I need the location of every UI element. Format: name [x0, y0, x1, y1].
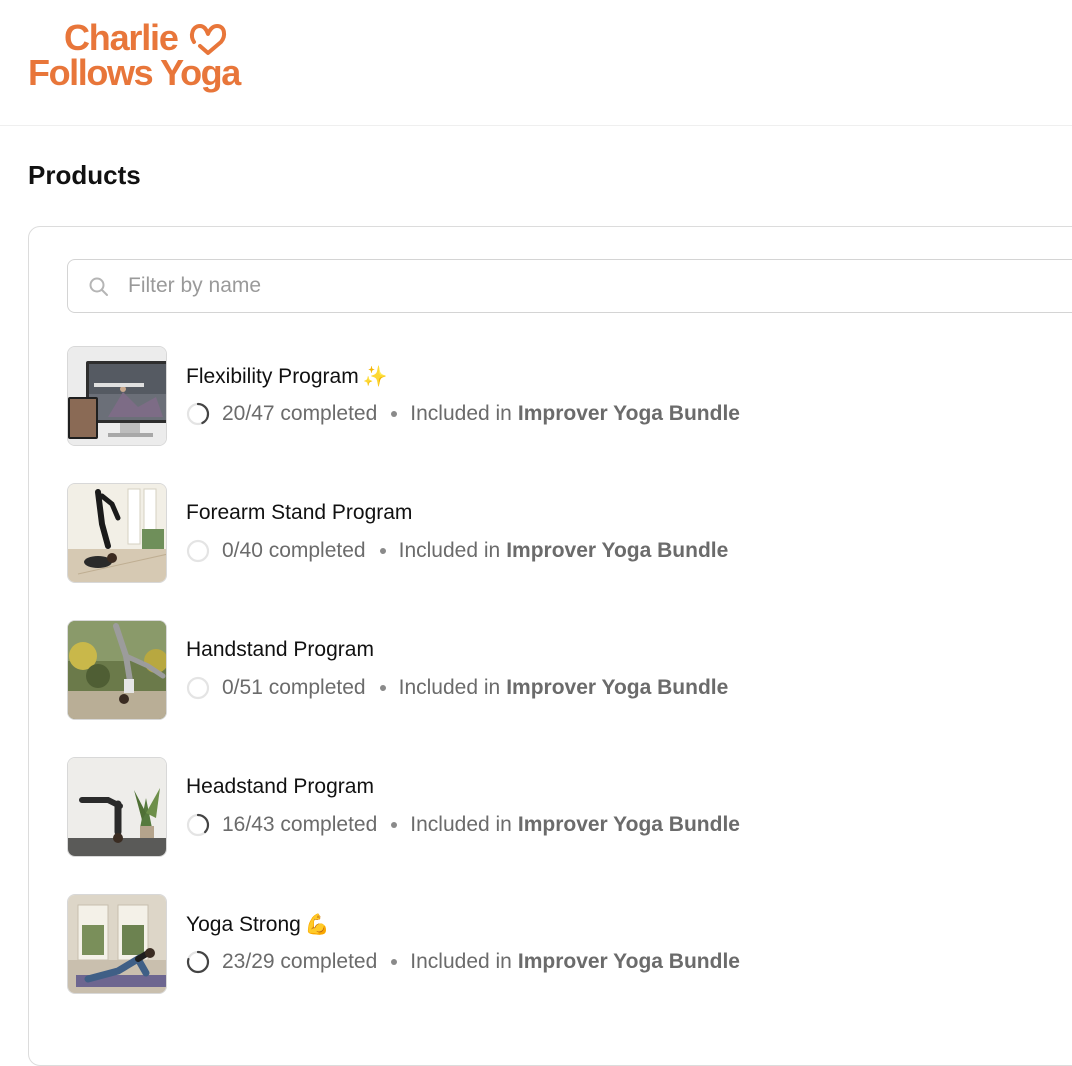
yoga-strong-photo [68, 895, 166, 993]
search-input[interactable] [128, 260, 1028, 312]
product-item-yoga-strong[interactable]: Yoga Strong 💪 23/29 completed Included in… [67, 894, 1067, 994]
sparkles-icon: ✨ [362, 366, 388, 388]
included-label: Included in [410, 402, 512, 425]
page-title: Products [28, 160, 141, 190]
product-meta: 16/43 completed Included in Improver Yog… [186, 811, 740, 839]
product-meta: 0/40 completed Included in Improver Yoga… [186, 537, 728, 565]
product-title[interactable]: Handstand Program [186, 638, 374, 662]
separator-dot [379, 685, 386, 691]
product-thumbnail[interactable] [67, 620, 167, 720]
product-meta: 0/51 completed Included in Improver Yoga… [186, 674, 728, 702]
product-title[interactable]: Flexibility Program ✨ [186, 364, 388, 389]
separator-dot [391, 411, 398, 417]
progress-text: 16/43 completed [222, 813, 378, 836]
brand-logo[interactable]: Charlie Follows Yoga [28, 18, 253, 98]
progress-text: 0/51 completed [222, 676, 366, 699]
product-title-text: Handstand Program [186, 638, 374, 661]
progress-ring-icon [186, 813, 210, 837]
progress-ring-icon [186, 950, 210, 974]
bundle-link[interactable]: Improver Yoga Bundle [518, 813, 740, 837]
progress-ring-icon [186, 402, 210, 426]
heart-icon [190, 24, 227, 55]
product-item-forearm-stand[interactable]: Forearm Stand Program 0/40 completed Inc… [67, 483, 1067, 583]
product-title-text: Forearm Stand Program [186, 501, 413, 524]
product-item-headstand[interactable]: Headstand Program 16/43 completed Includ… [67, 757, 1067, 857]
products-panel: Flexibility Program✨ 20/47 completed Inc… [28, 226, 1072, 1066]
product-title[interactable]: Headstand Program [186, 775, 374, 799]
progress-text: 0/40 completed [222, 539, 366, 562]
product-title-text: Headstand Program [186, 775, 374, 798]
product-meta: 23/29 completed Included in Improver Yog… [186, 948, 740, 976]
bundle-link[interactable]: Improver Yoga Bundle [506, 539, 728, 563]
logo-text-line2: Follows Yoga [28, 52, 241, 93]
product-item-flexibility[interactable]: Flexibility Program ✨ 20/47 completed Inc… [67, 346, 1067, 446]
product-title-text: Yoga Strong [186, 913, 301, 936]
handstand-photo [68, 621, 166, 719]
included-label: Included in [410, 813, 512, 836]
bundle-link[interactable]: Improver Yoga Bundle [518, 402, 740, 426]
search-icon [89, 277, 108, 296]
bundle-link[interactable]: Improver Yoga Bundle [518, 950, 740, 974]
product-thumbnail[interactable] [67, 346, 167, 446]
product-title-text: Flexibility Program [186, 365, 359, 388]
product-title[interactable]: Forearm Stand Program [186, 501, 412, 525]
site-header: Charlie Follows Yoga [0, 0, 1072, 126]
separator-dot [391, 822, 398, 828]
progress-text: 20/47 completed [222, 402, 378, 425]
bundle-link[interactable]: Improver Yoga Bundle [506, 676, 728, 700]
included-label: Included in [410, 950, 512, 973]
progress-ring-icon [186, 539, 210, 563]
included-label: Included in [398, 676, 501, 699]
progress-text: 23/29 completed [222, 950, 378, 973]
included-label: Included in [398, 539, 501, 562]
product-thumbnail[interactable] [67, 894, 167, 994]
search-box[interactable] [67, 259, 1072, 313]
product-thumbnail[interactable] [67, 483, 167, 583]
product-item-handstand[interactable]: Handstand Program 0/51 completed Include… [67, 620, 1067, 720]
progress-ring-icon [186, 676, 210, 700]
separator-dot [391, 959, 398, 965]
product-meta: 20/47 completed Included in Improver Yog… [186, 400, 740, 428]
separator-dot [379, 548, 386, 554]
product-title[interactable]: Yoga Strong 💪 [186, 912, 330, 937]
forearm-stand-photo [68, 484, 166, 582]
computer-mockup-image [68, 347, 166, 445]
flexed-biceps-icon: 💪 [304, 914, 330, 936]
product-thumbnail[interactable] [67, 757, 167, 857]
headstand-photo [68, 758, 166, 856]
